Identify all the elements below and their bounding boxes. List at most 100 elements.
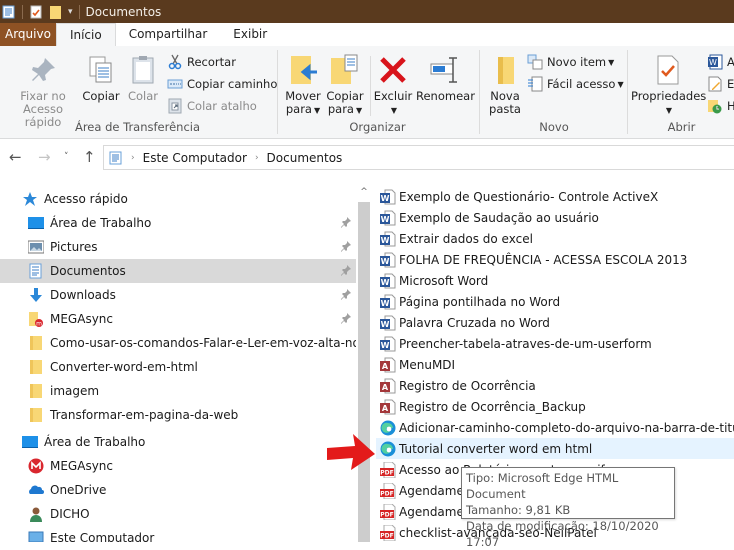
file-row[interactable]: A Registro de Ocorrência xyxy=(376,375,734,396)
file-name: FOLHA DE FREQUÊNCIA - ACESSA ESCOLA 2013 xyxy=(399,252,688,267)
file-row[interactable]: W Página pontilhada no Word xyxy=(376,291,734,312)
paste-button[interactable]: Colar xyxy=(124,54,162,103)
nav-item[interactable]: imagem xyxy=(0,379,356,403)
new-folder-icon[interactable] xyxy=(49,5,63,19)
file-row[interactable]: W Exemplo de Saudação ao usuário xyxy=(376,207,734,228)
paste-shortcut-button[interactable]: Colar atalho xyxy=(167,96,257,116)
nav-item[interactable]: MEGAsync xyxy=(0,454,356,478)
group-open: Propriedades ▼ W A E H Abrir xyxy=(629,46,734,138)
navigation-scrollbar[interactable]: ^ xyxy=(357,185,371,542)
new-item-icon xyxy=(527,54,543,70)
properties-check-icon[interactable] xyxy=(29,5,43,19)
star-icon xyxy=(22,191,38,207)
file-row[interactable]: W Extrair dados do excel xyxy=(376,228,734,249)
breadcrumb-este-computador[interactable]: Este Computador xyxy=(143,151,247,165)
history-button[interactable]: H xyxy=(707,96,734,116)
up-arrow-icon[interactable]: ↑ xyxy=(83,148,96,166)
nav-item[interactable]: Como-usar-os-comandos-Falar-e-Ler-em-voz… xyxy=(0,331,356,355)
pin-icon[interactable] xyxy=(340,288,352,300)
word-doc-icon: W xyxy=(380,336,396,352)
tab-arquivo[interactable]: Arquivo xyxy=(0,23,56,46)
scrollbar-thumb[interactable] xyxy=(358,202,370,542)
open-group-label: Abrir xyxy=(667,120,696,134)
copy-path-icon xyxy=(167,79,183,89)
open-button[interactable]: W A xyxy=(707,52,734,72)
breadcrumb-separator-icon[interactable]: › xyxy=(131,153,135,163)
nav-item[interactable]: OneDrive xyxy=(0,478,356,502)
delete-button[interactable]: Excluir ▼ xyxy=(373,54,413,117)
svg-text:m: m xyxy=(36,321,42,328)
breadcrumb-documentos[interactable]: Documentos xyxy=(267,151,343,165)
file-row[interactable]: W Preencher-tabela-atraves-de-um-userform xyxy=(376,333,734,354)
nav-item[interactable]: Documentos xyxy=(0,259,356,283)
nav-item[interactable]: Este Computador xyxy=(0,526,356,542)
nav-item[interactable]: Área de Trabalho xyxy=(0,211,356,235)
file-name: Exemplo de Saudação ao usuário xyxy=(399,210,599,225)
file-row[interactable]: Tutorial converter word em html xyxy=(376,438,734,459)
pin-quick-access-button[interactable]: Fixar no Acesso rápido xyxy=(3,54,83,129)
scroll-up-icon[interactable]: ^ xyxy=(357,187,371,199)
forward-arrow-icon[interactable]: → xyxy=(38,148,51,166)
file-row[interactable]: A Registro de Ocorrência_Backup xyxy=(376,396,734,417)
easy-access-button[interactable]: Fácil acesso ▼ xyxy=(527,74,624,94)
group-clipboard: Fixar no Acesso rápido Copiar Colar Reco… xyxy=(0,46,277,138)
tab-inicio[interactable]: Início xyxy=(55,23,116,46)
tooltip-modified: Data de modificação: 18/10/2020 17:07 xyxy=(466,519,659,549)
documents-icon xyxy=(109,151,122,164)
file-row[interactable]: W Exemplo de Questionário- Controle Activ… xyxy=(376,186,734,207)
nav-item[interactable]: DICHO xyxy=(0,502,356,526)
paste-shortcut-icon xyxy=(168,98,182,114)
tab-exibir[interactable]: Exibir xyxy=(220,23,280,46)
nav-item[interactable]: Transformar-em-pagina-da-web xyxy=(0,403,356,427)
nav-item[interactable]: Downloads xyxy=(0,283,356,307)
copy-path-button[interactable]: Copiar caminho xyxy=(167,74,277,94)
back-arrow-icon[interactable]: ← xyxy=(9,148,22,166)
tooltip-type: Tipo: Microsoft Edge HTML Document xyxy=(466,471,619,501)
word-doc-icon: W xyxy=(380,252,396,268)
copy-to-button[interactable]: Copiar para ▼ xyxy=(325,54,365,117)
file-row[interactable]: W Palavra Cruzada no Word xyxy=(376,312,734,333)
pin-icon[interactable] xyxy=(340,216,352,228)
svg-text:W: W xyxy=(381,257,390,266)
pdf-icon: PDF xyxy=(380,482,396,499)
delete-label: Excluir xyxy=(373,89,413,103)
pin-icon[interactable] xyxy=(340,240,352,252)
file-name: Registro de Ocorrência xyxy=(399,378,536,393)
chevron-down-icon: ▼ xyxy=(390,106,398,115)
word-doc-icon: W xyxy=(380,210,396,226)
new-folder-button[interactable]: Nova pasta xyxy=(485,54,525,116)
move-to-button[interactable]: Mover para ▼ xyxy=(283,54,323,117)
annotation-arrow-icon xyxy=(327,434,375,470)
nav-item[interactable]: Acesso rápido xyxy=(0,187,356,211)
nav-item[interactable]: Converter-word-em-html xyxy=(0,355,356,379)
properties-button[interactable]: Propriedades ▼ xyxy=(631,54,706,117)
nav-item[interactable]: Pictures xyxy=(0,235,356,259)
pdf-icon: PDF xyxy=(380,461,396,478)
new-item-button[interactable]: Novo item ▼ xyxy=(527,52,614,72)
pdf-icon: PDF xyxy=(380,503,396,520)
nav-item[interactable]: Área de Trabalho xyxy=(0,430,356,454)
file-row[interactable]: W Microsoft Word xyxy=(376,270,734,291)
properties-doc-icon[interactable] xyxy=(2,5,16,19)
copy-button[interactable]: Copiar xyxy=(80,54,122,103)
breadcrumb-separator-icon[interactable]: › xyxy=(255,153,259,163)
qat-dropdown-icon[interactable]: ▾ xyxy=(68,7,73,17)
file-row[interactable]: W FOLHA DE FREQUÊNCIA - ACESSA ESCOLA 201… xyxy=(376,249,734,270)
recent-locations-chevron-icon[interactable]: ˅ xyxy=(64,152,69,162)
edit-button[interactable]: E xyxy=(707,74,734,94)
cut-button[interactable]: Recortar xyxy=(167,52,236,72)
file-name: Adicionar-caminho-completo-do-arquivo-na… xyxy=(399,420,734,435)
address-input[interactable]: › Este Computador › Documentos xyxy=(103,145,734,170)
pin-icon[interactable] xyxy=(340,312,352,324)
svg-text:A: A xyxy=(382,362,389,371)
file-row[interactable]: Adicionar-caminho-completo-do-arquivo-na… xyxy=(376,417,734,438)
file-row[interactable]: A MenuMDI xyxy=(376,354,734,375)
rename-button[interactable]: Renomear xyxy=(416,54,475,103)
mega-icon xyxy=(28,458,44,474)
tab-compartilhar[interactable]: Compartilhar xyxy=(116,23,221,46)
easy-access-label: Fácil acesso xyxy=(547,77,616,91)
access-db-icon: A xyxy=(380,357,396,373)
pin-icon[interactable] xyxy=(340,264,352,276)
nav-item[interactable]: m MEGAsync xyxy=(0,307,356,331)
clipboard-group-label: Área de Transferência xyxy=(74,120,201,134)
